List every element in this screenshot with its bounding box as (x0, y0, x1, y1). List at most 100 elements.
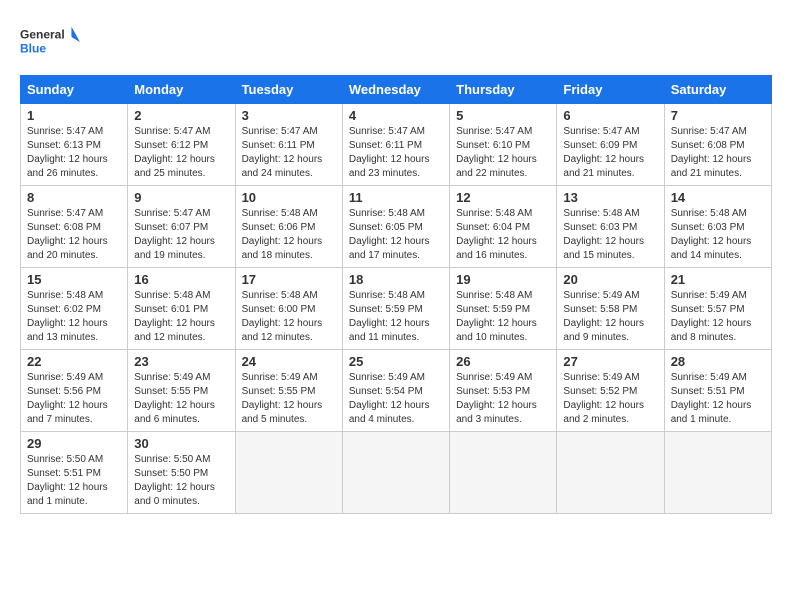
col-thursday: Thursday (450, 76, 557, 104)
day-number: 1 (27, 108, 121, 123)
logo-svg: General Blue (20, 20, 80, 65)
day-number: 15 (27, 272, 121, 287)
calendar-cell (664, 432, 771, 514)
calendar-cell: 13 Sunrise: 5:48 AM Sunset: 6:03 PM Dayli… (557, 186, 664, 268)
day-info: Sunrise: 5:48 AM Sunset: 6:00 PM Dayligh… (242, 289, 336, 345)
calendar-cell: 22Sunrise: 5:49 AM Sunset: 5:56 PM Dayli… (21, 350, 128, 432)
day-number: 28 (671, 354, 765, 369)
calendar-cell: 2Sunrise: 5:47 AM Sunset: 6:12 PM Daylig… (128, 104, 235, 186)
day-number: 7 (671, 108, 765, 123)
day-number: 22 (27, 354, 121, 369)
day-number: 13 (563, 190, 657, 205)
day-info: Sunrise: 5:47 AM Sunset: 6:12 PM Dayligh… (134, 125, 228, 181)
day-info: Sunrise: 5:49 AM Sunset: 5:55 PM Dayligh… (134, 371, 228, 427)
day-number: 25 (349, 354, 443, 369)
calendar-row: 8 Sunrise: 5:47 AM Sunset: 6:08 PM Daylig… (21, 186, 772, 268)
day-info: Sunrise: 5:47 AM Sunset: 6:07 PM Dayligh… (134, 207, 228, 263)
day-info: Sunrise: 5:49 AM Sunset: 5:52 PM Dayligh… (563, 371, 657, 427)
calendar-cell (450, 432, 557, 514)
day-info: Sunrise: 5:48 AM Sunset: 6:02 PM Dayligh… (27, 289, 121, 345)
day-number: 26 (456, 354, 550, 369)
calendar-row: 29Sunrise: 5:50 AM Sunset: 5:51 PM Dayli… (21, 432, 772, 514)
calendar-cell: 4Sunrise: 5:47 AM Sunset: 6:11 PM Daylig… (342, 104, 449, 186)
day-number: 16 (134, 272, 228, 287)
col-wednesday: Wednesday (342, 76, 449, 104)
calendar-cell: 28 Sunrise: 5:49 AM Sunset: 5:51 PM Dayli… (664, 350, 771, 432)
day-info: Sunrise: 5:49 AM Sunset: 5:58 PM Dayligh… (563, 289, 657, 345)
day-number: 5 (456, 108, 550, 123)
calendar-cell: 20 Sunrise: 5:49 AM Sunset: 5:58 PM Dayli… (557, 268, 664, 350)
calendar-cell: 30Sunrise: 5:50 AM Sunset: 5:50 PM Dayli… (128, 432, 235, 514)
day-number: 10 (242, 190, 336, 205)
day-number: 20 (563, 272, 657, 287)
day-info: Sunrise: 5:47 AM Sunset: 6:13 PM Dayligh… (27, 125, 121, 181)
calendar-cell: 3 Sunrise: 5:47 AM Sunset: 6:11 PM Daylig… (235, 104, 342, 186)
calendar-cell: 23 Sunrise: 5:49 AM Sunset: 5:55 PM Dayli… (128, 350, 235, 432)
calendar-body: 1 Sunrise: 5:47 AM Sunset: 6:13 PM Daylig… (21, 104, 772, 514)
calendar-cell (235, 432, 342, 514)
day-number: 17 (242, 272, 336, 287)
day-number: 27 (563, 354, 657, 369)
day-number: 3 (242, 108, 336, 123)
day-info: Sunrise: 5:48 AM Sunset: 6:05 PM Dayligh… (349, 207, 443, 263)
day-info: Sunrise: 5:48 AM Sunset: 6:06 PM Dayligh… (242, 207, 336, 263)
header-row: Sunday Monday Tuesday Wednesday Thursday… (21, 76, 772, 104)
col-tuesday: Tuesday (235, 76, 342, 104)
calendar-table: Sunday Monday Tuesday Wednesday Thursday… (20, 75, 772, 514)
calendar-cell: 18 Sunrise: 5:48 AM Sunset: 5:59 PM Dayli… (342, 268, 449, 350)
calendar-cell: 17 Sunrise: 5:48 AM Sunset: 6:00 PM Dayli… (235, 268, 342, 350)
calendar-cell: 6 Sunrise: 5:47 AM Sunset: 6:09 PM Daylig… (557, 104, 664, 186)
calendar-cell: 16 Sunrise: 5:48 AM Sunset: 6:01 PM Dayli… (128, 268, 235, 350)
svg-text:General: General (20, 28, 65, 42)
day-info: Sunrise: 5:47 AM Sunset: 6:11 PM Dayligh… (242, 125, 336, 181)
calendar-cell: 19Sunrise: 5:48 AM Sunset: 5:59 PM Dayli… (450, 268, 557, 350)
day-number: 18 (349, 272, 443, 287)
calendar-cell: 14 Sunrise: 5:48 AM Sunset: 6:03 PM Dayli… (664, 186, 771, 268)
calendar-cell: 26 Sunrise: 5:49 AM Sunset: 5:53 PM Dayli… (450, 350, 557, 432)
day-info: Sunrise: 5:48 AM Sunset: 6:03 PM Dayligh… (671, 207, 765, 263)
day-info: Sunrise: 5:49 AM Sunset: 5:51 PM Dayligh… (671, 371, 765, 427)
calendar-cell: 25 Sunrise: 5:49 AM Sunset: 5:54 PM Dayli… (342, 350, 449, 432)
logo: General Blue (20, 20, 80, 65)
day-info: Sunrise: 5:48 AM Sunset: 6:01 PM Dayligh… (134, 289, 228, 345)
day-number: 14 (671, 190, 765, 205)
calendar-cell: 10 Sunrise: 5:48 AM Sunset: 6:06 PM Dayli… (235, 186, 342, 268)
day-info: Sunrise: 5:49 AM Sunset: 5:57 PM Dayligh… (671, 289, 765, 345)
day-info: Sunrise: 5:49 AM Sunset: 5:53 PM Dayligh… (456, 371, 550, 427)
day-info: Sunrise: 5:49 AM Sunset: 5:55 PM Dayligh… (242, 371, 336, 427)
col-monday: Monday (128, 76, 235, 104)
calendar-row: 1 Sunrise: 5:47 AM Sunset: 6:13 PM Daylig… (21, 104, 772, 186)
page-header: General Blue (20, 20, 772, 65)
day-info: Sunrise: 5:48 AM Sunset: 5:59 PM Dayligh… (349, 289, 443, 345)
day-info: Sunrise: 5:48 AM Sunset: 6:03 PM Dayligh… (563, 207, 657, 263)
calendar-cell: 29Sunrise: 5:50 AM Sunset: 5:51 PM Dayli… (21, 432, 128, 514)
day-number: 19 (456, 272, 550, 287)
col-friday: Friday (557, 76, 664, 104)
day-number: 6 (563, 108, 657, 123)
day-number: 11 (349, 190, 443, 205)
col-saturday: Saturday (664, 76, 771, 104)
day-number: 4 (349, 108, 443, 123)
day-number: 23 (134, 354, 228, 369)
calendar-cell: 12Sunrise: 5:48 AM Sunset: 6:04 PM Dayli… (450, 186, 557, 268)
svg-text:Blue: Blue (20, 41, 46, 55)
calendar-cell: 24Sunrise: 5:49 AM Sunset: 5:55 PM Dayli… (235, 350, 342, 432)
day-info: Sunrise: 5:49 AM Sunset: 5:54 PM Dayligh… (349, 371, 443, 427)
day-info: Sunrise: 5:48 AM Sunset: 6:04 PM Dayligh… (456, 207, 550, 263)
col-sunday: Sunday (21, 76, 128, 104)
calendar-cell: 11 Sunrise: 5:48 AM Sunset: 6:05 PM Dayli… (342, 186, 449, 268)
calendar-cell: 5 Sunrise: 5:47 AM Sunset: 6:10 PM Daylig… (450, 104, 557, 186)
calendar-cell: 15 Sunrise: 5:48 AM Sunset: 6:02 PM Dayli… (21, 268, 128, 350)
calendar-cell: 7 Sunrise: 5:47 AM Sunset: 6:08 PM Daylig… (664, 104, 771, 186)
day-info: Sunrise: 5:47 AM Sunset: 6:08 PM Dayligh… (27, 207, 121, 263)
calendar-cell: 27 Sunrise: 5:49 AM Sunset: 5:52 PM Dayli… (557, 350, 664, 432)
day-info: Sunrise: 5:47 AM Sunset: 6:09 PM Dayligh… (563, 125, 657, 181)
day-info: Sunrise: 5:47 AM Sunset: 6:10 PM Dayligh… (456, 125, 550, 181)
day-info: Sunrise: 5:47 AM Sunset: 6:08 PM Dayligh… (671, 125, 765, 181)
calendar-row: 15 Sunrise: 5:48 AM Sunset: 6:02 PM Dayli… (21, 268, 772, 350)
calendar-row: 22Sunrise: 5:49 AM Sunset: 5:56 PM Dayli… (21, 350, 772, 432)
day-number: 8 (27, 190, 121, 205)
day-number: 29 (27, 436, 121, 451)
calendar-cell (342, 432, 449, 514)
calendar-cell: 21Sunrise: 5:49 AM Sunset: 5:57 PM Dayli… (664, 268, 771, 350)
